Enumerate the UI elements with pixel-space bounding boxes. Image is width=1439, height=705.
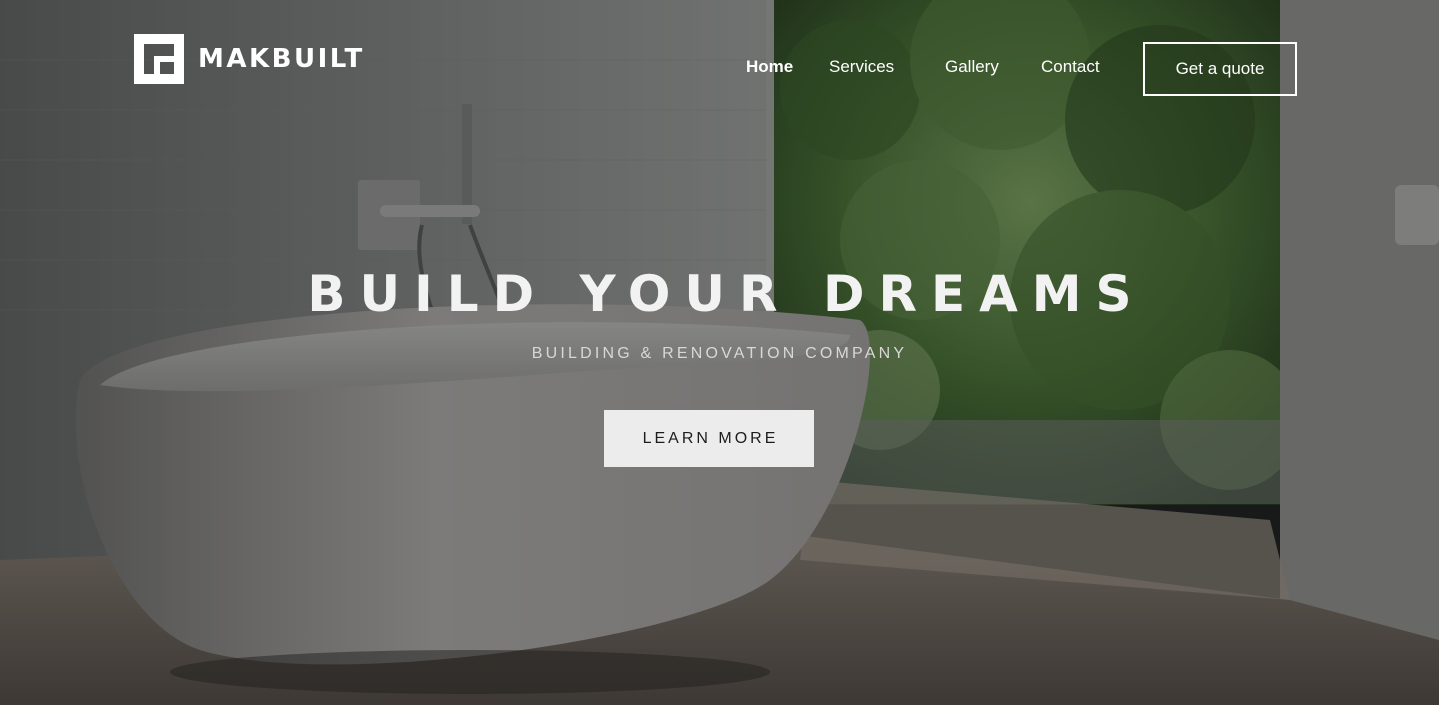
brand-name: MAKBUILT [198, 44, 365, 74]
hero-section: MAKBUILT Home Services Gallery Contact G… [0, 0, 1439, 705]
hero-title: BUILD YOUR DREAMS [307, 265, 1146, 323]
nav-item-contact[interactable]: Contact [1041, 56, 1100, 78]
brand-logo[interactable]: MAKBUILT [134, 34, 365, 84]
nav-item-gallery[interactable]: Gallery [945, 56, 999, 78]
nav-item-home[interactable]: Home [746, 56, 793, 78]
get-a-quote-button[interactable]: Get a quote [1143, 42, 1297, 96]
hero-subtitle: BUILDING & RENOVATION COMPANY [531, 345, 908, 362]
makbuilt-logo-icon [134, 34, 184, 84]
nav-item-services[interactable]: Services [829, 56, 894, 78]
learn-more-button[interactable]: LEARN MORE [604, 410, 814, 467]
